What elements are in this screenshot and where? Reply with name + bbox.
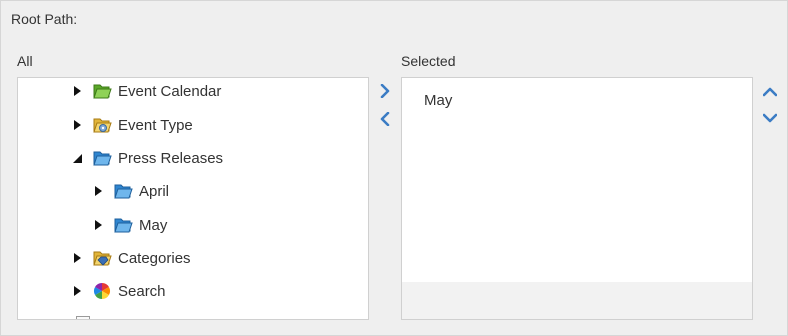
selected-column-label: Selected [401,53,456,69]
collapse-arrow-icon[interactable] [70,151,84,165]
expand-arrow-icon[interactable] [70,251,84,265]
expand-arrow-icon[interactable] [91,218,105,232]
tree-item-press-releases[interactable]: Press Releases [70,147,223,169]
tree-item-label: Search [118,282,166,300]
folder-green-icon [92,82,112,100]
tree-item-label: Event Type [118,116,193,134]
expand-arrow-icon[interactable] [70,84,84,98]
tree-item-april[interactable]: April [91,180,169,202]
move-up-button[interactable] [761,84,779,100]
tree-item-label: April [139,182,170,200]
search-color-wheel-icon [92,282,112,300]
all-column-label: All [17,53,33,69]
root-path-panel: Root Path: All Selected Event Calendar E… [0,0,788,336]
selected-list-items: May [402,78,752,282]
tree-item-label: Press Releases [118,149,224,167]
expand-arrow-icon[interactable] [70,118,84,132]
selected-item-may[interactable]: May [424,92,452,109]
expand-arrow-icon[interactable] [91,184,105,198]
tree-item-categories[interactable]: Categories [70,247,191,269]
selected-list[interactable]: May [401,77,753,320]
remove-button[interactable] [377,111,393,127]
chevron-left-icon [380,112,390,126]
expand-arrow-icon[interactable] [70,284,84,298]
add-button[interactable] [377,83,393,99]
move-down-button[interactable] [761,110,779,126]
tree-item-event-type[interactable]: Event Type [70,114,193,136]
folder-blue-icon [113,182,133,200]
chevron-down-icon [763,113,777,123]
tree-item-label: Categories [118,249,191,267]
tree-item-label: Event Calendar [118,82,222,100]
root-path-label: Root Path: [11,11,78,27]
folder-blue-icon [113,216,133,234]
chevron-up-icon [763,87,777,97]
all-tree[interactable]: Event Calendar Event Type Press Releases… [17,77,369,320]
tree-item-may[interactable]: May [91,214,167,236]
tree-item-event-calendar[interactable]: Event Calendar [70,80,221,102]
folder-blue-icon [92,149,112,167]
tree-item-search[interactable]: Search [70,280,166,302]
folder-tag-icon [92,249,112,267]
folder-gear-icon [92,116,112,134]
chevron-right-icon [380,84,390,98]
partial-tree-item [76,316,90,319]
tree-item-label: May [139,216,168,234]
